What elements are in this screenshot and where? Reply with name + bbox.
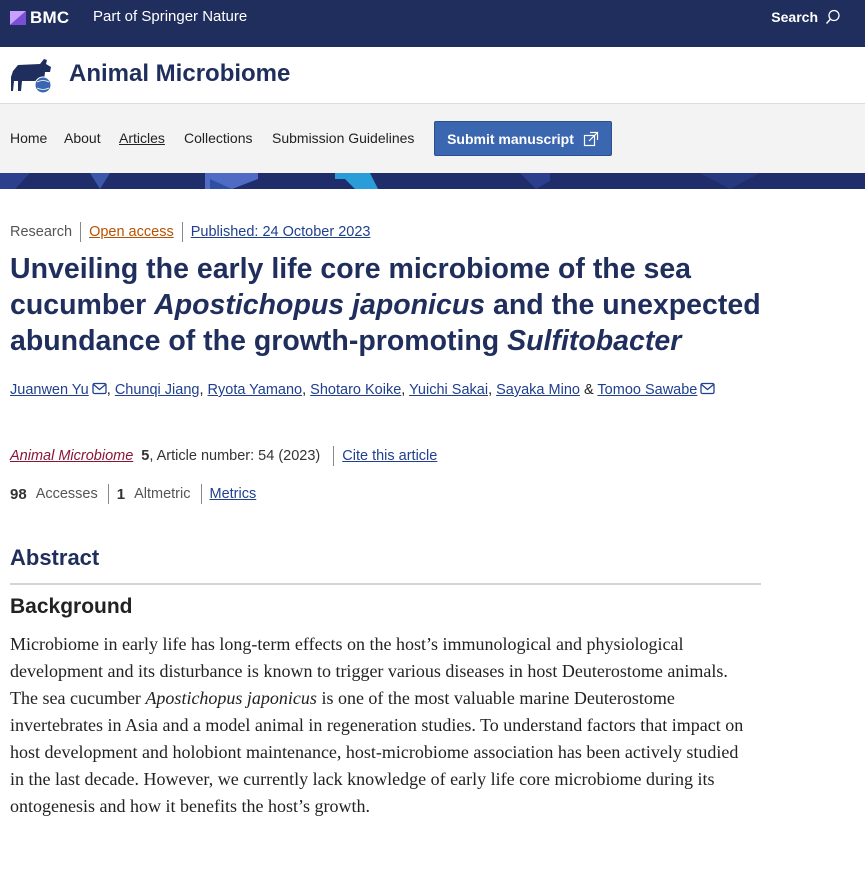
- submit-manuscript-button[interactable]: Submit manuscript: [434, 121, 612, 156]
- nav-submission-guidelines[interactable]: Submission Guidelines: [272, 130, 414, 146]
- journal-title[interactable]: Animal Microbiome: [69, 60, 290, 88]
- accesses-label: Accesses: [35, 486, 98, 502]
- divider: [181, 222, 183, 242]
- divider: [333, 446, 335, 466]
- author-link[interactable]: Sayaka Mino: [496, 382, 580, 398]
- bmc-brand: BMC: [30, 8, 70, 27]
- volume: 5: [141, 448, 150, 464]
- search-label: Search: [771, 9, 818, 25]
- published-date-link[interactable]: Published: 24 October 2023: [191, 224, 371, 240]
- section-divider: [10, 583, 761, 585]
- author-link[interactable]: Tomoo Sawabe: [597, 382, 697, 398]
- search-button[interactable]: Search: [771, 9, 841, 25]
- email-icon[interactable]: [700, 382, 716, 395]
- bmc-logo[interactable]: BMC: [10, 8, 69, 28]
- banner-pattern: [0, 173, 760, 189]
- nav-collections[interactable]: Collections: [184, 130, 252, 146]
- top-bar: BMC Part of Springer Nature Search: [0, 0, 865, 47]
- email-icon[interactable]: [92, 382, 107, 395]
- author-link[interactable]: Shotaro Koike: [310, 382, 401, 398]
- article-title: Unveiling the early life core microbiome…: [10, 251, 800, 359]
- title-genus: Sulfitobacter: [507, 325, 682, 357]
- external-link-icon: [583, 131, 598, 146]
- author-link[interactable]: Juanwen Yu: [10, 382, 89, 398]
- author-and: &: [579, 382, 598, 398]
- altmetric-count: 1: [116, 485, 126, 503]
- author-link[interactable]: Yuichi Sakai: [409, 382, 488, 398]
- author-separator: ,: [106, 382, 115, 398]
- bmc-logo-icon: [10, 11, 26, 25]
- article-meta: Research Open access Published: 24 Octob…: [10, 222, 370, 242]
- abstract-paragraph: Microbiome in early life has long-term e…: [10, 631, 755, 820]
- springer-tagline[interactable]: Part of Springer Nature: [93, 8, 247, 25]
- background-heading: Background: [10, 595, 133, 618]
- accesses-count: 98: [10, 485, 27, 503]
- abstract-heading: Abstract: [10, 545, 100, 570]
- citation-line: Animal Microbiome 5 , Article number: 54…: [10, 446, 437, 466]
- author-list: Juanwen Yu, Chunqi Jiang, Ryota Yamano, …: [10, 377, 770, 404]
- metrics-link[interactable]: Metrics: [210, 486, 257, 502]
- author-link[interactable]: Chunqi Jiang: [115, 382, 200, 398]
- author-separator: ,: [199, 382, 208, 398]
- divider: [200, 484, 202, 504]
- search-icon: [825, 9, 840, 24]
- journal-name-link[interactable]: Animal Microbiome: [10, 448, 133, 464]
- submit-manuscript-label: Submit manuscript: [447, 130, 574, 147]
- article-type: Research: [10, 224, 73, 240]
- main-nav: Home About Articles Collections Submissi…: [0, 104, 865, 173]
- open-access-link[interactable]: Open access: [89, 224, 174, 240]
- nav-about[interactable]: About: [64, 130, 101, 146]
- article-number: , Article number: 54 (2023): [149, 448, 321, 464]
- altmetric-label: Altmetric: [134, 486, 191, 502]
- author-separator: ,: [401, 382, 410, 398]
- decorative-banner: [0, 173, 865, 189]
- title-species: Apostichopus japonicus: [154, 289, 486, 321]
- abstract-species: Apostichopus japonicus: [145, 688, 317, 708]
- author-separator: ,: [302, 382, 311, 398]
- divider: [80, 222, 82, 242]
- nav-articles[interactable]: Articles: [119, 130, 165, 146]
- journal-header: Animal Microbiome: [0, 47, 865, 104]
- metrics-bar: 98 Accesses 1 Altmetric Metrics: [10, 484, 256, 504]
- author-separator: ,: [488, 382, 497, 398]
- author-link[interactable]: Ryota Yamano: [208, 382, 303, 398]
- divider: [107, 484, 109, 504]
- nav-home[interactable]: Home: [10, 130, 47, 146]
- cite-this-article-link[interactable]: Cite this article: [342, 448, 437, 464]
- animal-microbiome-logo-icon[interactable]: [10, 55, 54, 95]
